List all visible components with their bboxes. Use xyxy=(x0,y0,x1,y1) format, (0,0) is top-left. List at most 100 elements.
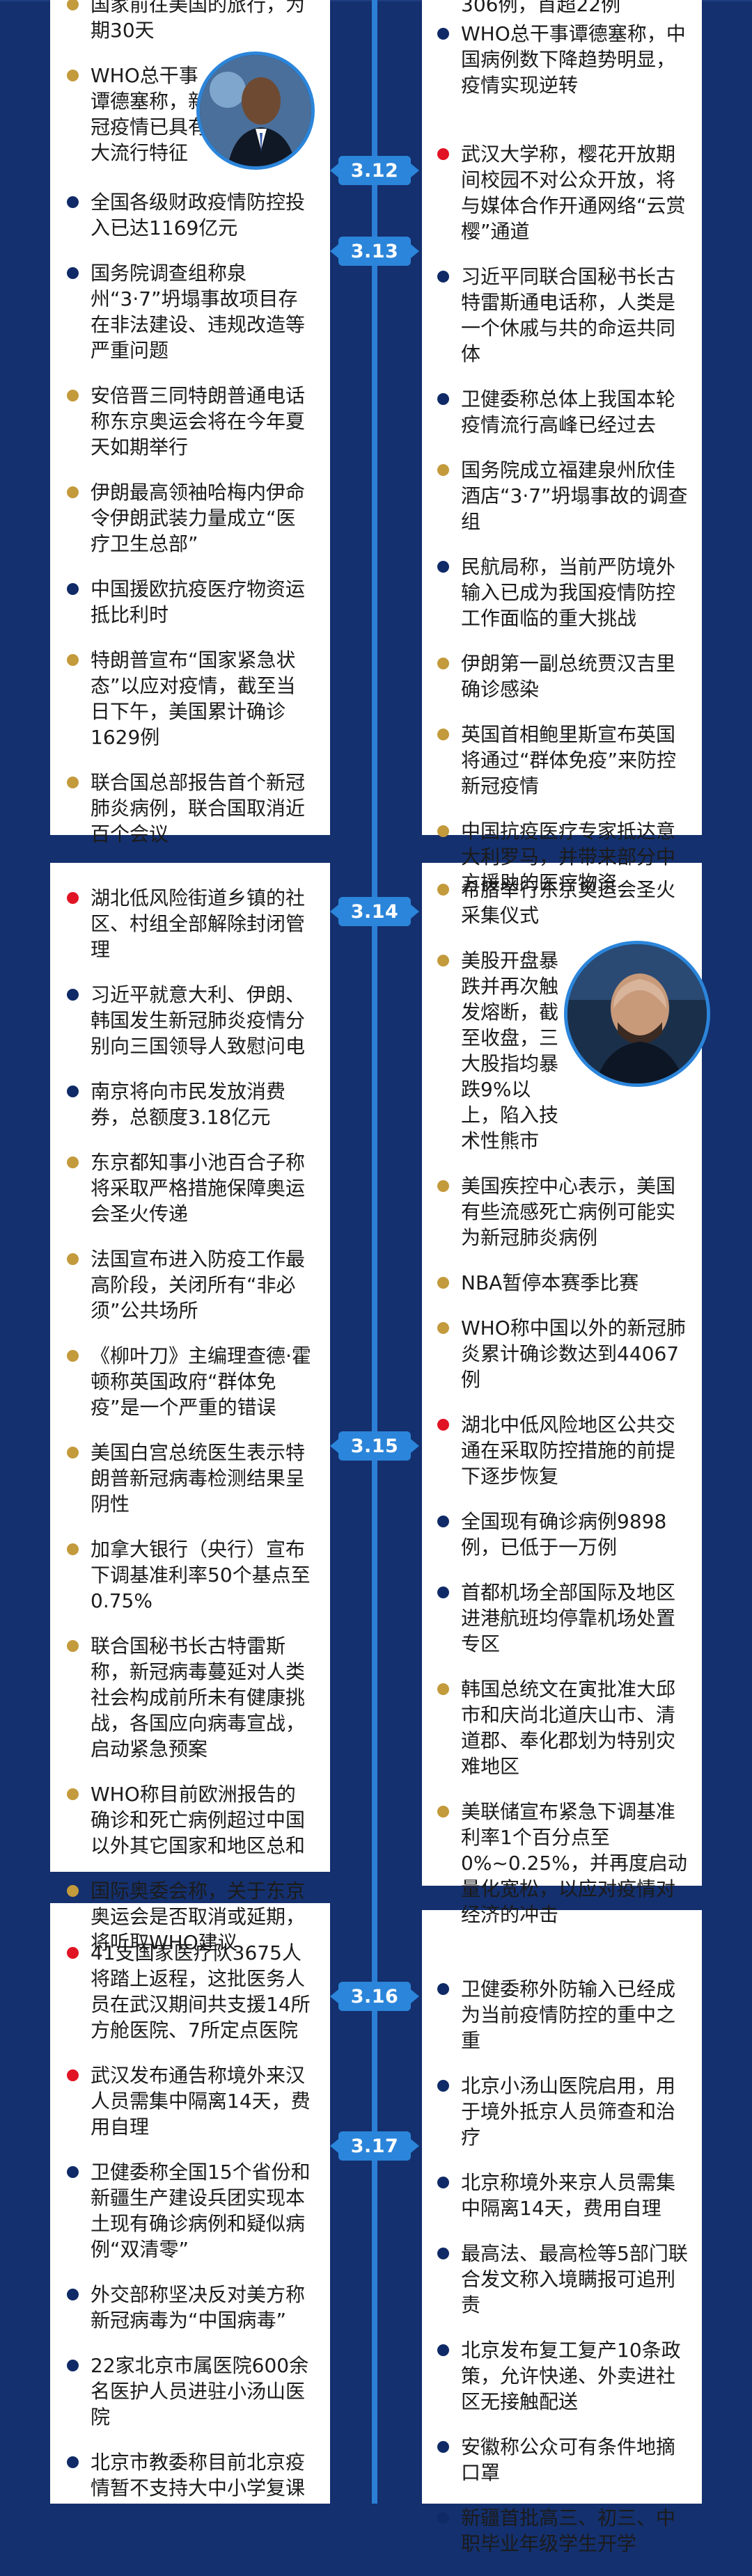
bullet-dot xyxy=(67,1885,79,1897)
list-item: 武汉发布通告称境外来汉人员需集中隔离14天，费用自理 xyxy=(64,2062,315,2140)
right-top-cut-text: 306例，首超22例 xyxy=(461,0,621,16)
bullet-dot xyxy=(437,464,449,476)
list-item: WHO称目前欧洲报告的确诊和死亡病例超过中国以外其它国家和地区总和 xyxy=(64,1781,315,1859)
list-item: 北京称境外来京人员需集中隔离14天，费用自理 xyxy=(434,2170,694,2221)
list-item: 联合国总部报告首个新冠肺炎病例，联合国取消近百个会议 xyxy=(64,770,315,847)
date-badge: 3.16 xyxy=(330,1982,419,2011)
list-item: 全国现有确诊病例9898例，已低于一万例 xyxy=(434,1509,694,1560)
list-item: 安徽称公众可有条件地摘口罩 xyxy=(434,2434,694,2486)
date-badge: 3.13 xyxy=(330,237,419,266)
bullet-dot xyxy=(67,2166,79,2178)
list-item: 国家前往美国的旅行，为期30天 xyxy=(64,0,315,43)
bullet-dot xyxy=(67,583,79,595)
list-item: 希腊举行东京奥运会圣火采集仪式 xyxy=(434,877,694,928)
date-badge: 3.15 xyxy=(330,1431,419,1461)
bullet-dot xyxy=(67,196,79,208)
bullet-dot xyxy=(437,729,449,740)
portrait-man-icon xyxy=(567,944,707,1083)
bullet-dot xyxy=(67,2289,79,2300)
list-item: 最高法、最高检等5部门联合发文称入境瞒报可追刑责 xyxy=(434,2241,694,2318)
list-item: 美国疾控中心表示，美国有些流感死亡病例可能实为新冠肺炎病例 xyxy=(434,1173,694,1250)
list-item: 武汉大学称，樱花开放期间校园不对公众开放，将与媒体合作开通网络“云赏樱”通道 xyxy=(434,141,694,244)
bullet-dot xyxy=(437,1180,449,1192)
list-item: 东京都知事小池百合子称将采取严格措施保障奥运会圣火传递 xyxy=(64,1150,315,1227)
list-item: 美联储宣布紧急下调基准利率1个百分点至0%~0.25%，并再度启动量化宽松，以应… xyxy=(434,1799,694,1927)
bullet-dot xyxy=(67,390,79,401)
bullet-dot xyxy=(437,825,449,837)
bullet-dot xyxy=(437,884,449,896)
portrait-man-icon xyxy=(564,941,710,1087)
bullet-dot xyxy=(437,658,449,669)
list-item: 美国白宫总统医生表示特朗普新冠病毒检测结果呈阴性 xyxy=(64,1440,315,1517)
list-item: 安倍晋三同特朗普通电话称东京奥运会将在今年夏天如期举行 xyxy=(64,383,315,460)
list-item: 习近平就意大利、伊朗、韩国发生新冠肺炎疫情分别向三国领导人致慰问电 xyxy=(64,982,315,1059)
left-column-middle: 湖北低风险街道乡镇的社区、村组全部解除封闭管理 习近平就意大利、伊朗、韩国发生新… xyxy=(64,885,315,1975)
bullet-dot xyxy=(67,2360,79,2371)
list-item: 全国各级财政疫情防控投入已达1169亿元 xyxy=(64,189,315,241)
bullet-dot xyxy=(437,393,449,405)
list-item: 新疆首批高三、初三、中职毕业年级学生开学 xyxy=(434,2505,694,2557)
list-item: 湖北中低风险地区公共交通在采取防控措施的前提下逐步恢复 xyxy=(434,1412,694,1489)
list-item: 法国宣布进入防疫工作最高阶段，关闭所有“非必须”公共场所 xyxy=(64,1246,315,1323)
list-item: 中国援欧抗疫医疗物资运抵比利时 xyxy=(64,576,315,628)
list-item: 伊朗最高领袖哈梅内伊命令伊朗武装力量成立“医疗卫生总部” xyxy=(64,479,315,557)
bullet-dot xyxy=(437,1683,449,1695)
bullet-dot xyxy=(437,1983,449,1995)
bullet-dot xyxy=(67,777,79,788)
bullet-dot xyxy=(437,1806,449,1818)
bullet-dot xyxy=(67,1253,79,1265)
bullet-dot xyxy=(67,2069,79,2081)
timeline-page: 3.12 3.13 3.14 3.15 3.16 3.17 国家前往美国的旅行，… xyxy=(0,0,752,2555)
date-badge: 3.14 xyxy=(330,897,419,926)
list-item: 北京市教委称目前北京疫情暂不支持大中小学复课 xyxy=(64,2449,315,2501)
bullet-dot xyxy=(67,1543,79,1555)
bullet-dot xyxy=(437,2177,449,2188)
list-item: 卫健委称外防输入已经成为当前疫情防控的重中之重 xyxy=(434,1976,694,2053)
list-item: 卫健委称全国15个省份和新疆生产建设兵团实现本土现有确诊病例和疑似病例“双清零” xyxy=(64,2159,315,2262)
list-item: 特朗普宣布“国家紧急状态”以应对疫情，截至当日下午，美国累计确诊1629例 xyxy=(64,647,315,750)
list-item: 南京将向市民发放消费券，总额度3.18亿元 xyxy=(64,1079,315,1130)
list-item: 《柳叶刀》主编理查德·霍顿称英国政府“群体免疫”是一个严重的错误 xyxy=(64,1343,315,1420)
bullet-dot xyxy=(67,486,79,498)
list-item: 首都机场全部国际及地区进港航班均停靠机场处置专区 xyxy=(434,1580,694,1657)
list-item: 北京小汤山医院启用，用于境外抵京人员筛查和治疗 xyxy=(434,2073,694,2150)
bullet-dot xyxy=(437,1277,449,1289)
list-item: 41支国家医疗队3675人将踏上返程，这批医务人员在武汉期间共支援14所方舱医院… xyxy=(64,1940,315,2043)
bullet-dot xyxy=(67,1350,79,1362)
list-item: 国务院调查组称泉州“3·7”坍塌事故项目存在非法建设、违规改造等严重问题 xyxy=(64,260,315,363)
list-item: 22家北京市属医院600余名医护人员进驻小汤山医院 xyxy=(64,2353,315,2430)
list-item: 加拿大银行（央行）宣布下调基准利率50个基点至0.75% xyxy=(64,1536,315,1614)
bullet-dot xyxy=(437,1516,449,1527)
bullet-dot xyxy=(67,1156,79,1168)
right-column-top: WHO总干事谭德塞称，中国病例数下降趋势明显，疫情实现逆转 武汉大学称，樱花开放… xyxy=(434,21,694,915)
bullet-dot xyxy=(437,2441,449,2453)
list-item: 湖北低风险街道乡镇的社区、村组全部解除封闭管理 xyxy=(64,885,315,962)
bullet-dot xyxy=(437,271,449,283)
bullet-dot xyxy=(437,2512,449,2524)
bullet-dot xyxy=(437,561,449,573)
portrait-tedros-icon xyxy=(200,55,311,166)
list-item: 外交部称坚决反对美方称新冠病毒为“中国病毒” xyxy=(64,2282,315,2333)
bullet-dot xyxy=(67,1788,79,1800)
list-item: NBA暂停本赛季比赛 xyxy=(434,1270,694,1296)
list-item: 国务院成立福建泉州欣佳酒店“3·7”坍塌事故的调查组 xyxy=(434,457,694,534)
bullet-dot xyxy=(67,1947,79,1959)
right-column-bottom: 卫健委称外防输入已经成为当前疫情防控的重中之重 北京小汤山医院启用，用于境外抵京… xyxy=(434,1976,694,2576)
bullet-dot xyxy=(67,1640,79,1652)
bullet-dot xyxy=(67,1086,79,1097)
bullet-dot xyxy=(437,28,449,40)
list-item: 民航局称，当前严防境外输入已成为我国疫情防控工作面临的重大挑战 xyxy=(434,554,694,631)
timeline-axis xyxy=(372,0,377,2504)
bullet-dot xyxy=(67,267,79,279)
list-item: 卫健委称总体上我国本轮疫情流行高峰已经过去 xyxy=(434,386,694,438)
bullet-dot xyxy=(437,2248,449,2259)
date-badge: 3.12 xyxy=(330,156,419,185)
list-item: 伊朗第一副总统贾汉吉里确诊感染 xyxy=(434,651,694,702)
list-item: 韩国总统文在寅批准大邱市和庆尚北道庆山市、清道郡、奉化郡划为特别灾难地区 xyxy=(434,1676,694,1779)
bullet-dot xyxy=(437,955,449,967)
list-item: 联合国秘书长古特雷斯称，新冠病毒蔓延对人类社会构成前所未有健康挑战，各国应向病毒… xyxy=(64,1633,315,1762)
bullet-dot xyxy=(67,989,79,1001)
bullet-dot xyxy=(67,654,79,666)
bullet-dot xyxy=(67,892,79,904)
bullet-dot xyxy=(437,1587,449,1598)
